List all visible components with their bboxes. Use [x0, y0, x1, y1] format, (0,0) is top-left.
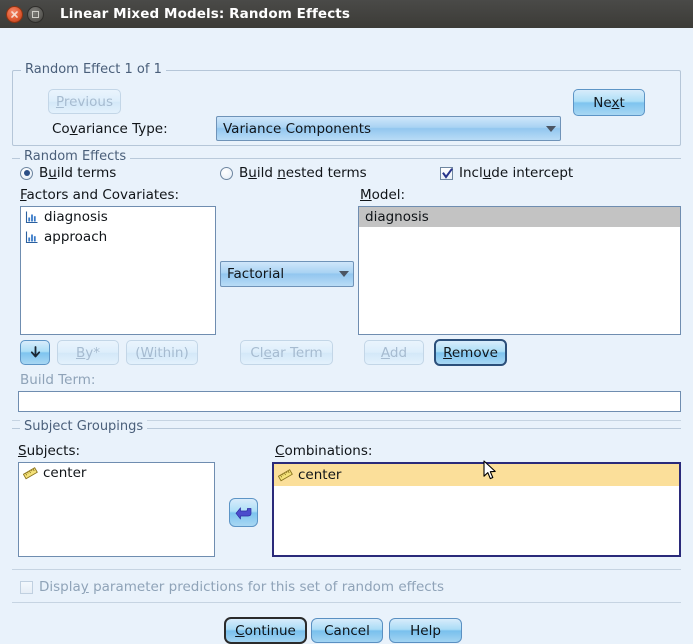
covariance-type-combo[interactable]: Variance Components	[216, 116, 561, 141]
previous-button[interactable]: Previous	[48, 89, 121, 114]
list-item[interactable]: diagnosis	[21, 207, 215, 227]
clear-term-button[interactable]: Clear Term	[240, 340, 333, 365]
list-item-label: center	[298, 467, 342, 483]
maximize-icon[interactable]	[27, 5, 44, 23]
by-button[interactable]: By*	[57, 340, 119, 365]
nominal-variable-icon	[25, 230, 39, 244]
close-icon[interactable]	[6, 5, 23, 23]
random-effect-group-legend: Random Effect 1 of 1	[21, 62, 166, 77]
arrow-left-icon	[235, 507, 252, 520]
checkbox-indicator	[20, 580, 33, 594]
list-item-label: approach	[44, 229, 108, 245]
display-parameter-predictions-label: Display parameter predictions for this s…	[39, 579, 445, 595]
list-item[interactable]: center	[274, 464, 679, 486]
add-button[interactable]: Add	[364, 340, 424, 365]
window-titlebar: Linear Mixed Models: Random Effects	[0, 0, 693, 28]
factors-and-covariates-list[interactable]: diagnosis approach	[20, 206, 216, 335]
subject-groupings-group: Subject Groupings	[12, 419, 681, 434]
within-button-label: (Within)	[135, 344, 189, 361]
clear-term-button-label: Clear Term	[250, 344, 323, 361]
maximize-glyph	[32, 10, 39, 18]
move-to-combinations-button[interactable]	[229, 498, 258, 527]
radio-indicator	[220, 166, 233, 180]
list-item[interactable]: center	[19, 463, 214, 483]
footer-divider-bottom	[12, 602, 681, 603]
list-item-label: diagnosis	[44, 209, 108, 225]
subjects-list[interactable]: center	[18, 462, 215, 557]
subject-groupings-group-legend: Subject Groupings	[20, 419, 148, 434]
covariance-type-value: Variance Components	[223, 120, 372, 137]
build-terms-radio[interactable]: Build terms	[20, 165, 116, 181]
next-button[interactable]: Next	[573, 89, 645, 116]
continue-button[interactable]: Continue	[224, 617, 307, 644]
chevron-down-icon	[546, 125, 556, 132]
next-button-label: Next	[593, 94, 625, 111]
include-intercept-label: Include intercept	[459, 165, 574, 181]
build-nested-terms-radio-label: Build nested terms	[239, 165, 367, 181]
arrow-down-icon	[30, 346, 40, 358]
previous-button-label: Previous	[55, 93, 114, 110]
combinations-list[interactable]: center	[272, 462, 681, 557]
nominal-variable-icon	[25, 210, 39, 224]
combinations-label: Combinations:	[275, 443, 373, 459]
covariance-type-label: Covariance Type:	[52, 121, 168, 137]
footer-divider-top	[12, 569, 681, 570]
random-effects-group: Random Effects	[12, 149, 681, 164]
by-button-label: By*	[75, 344, 100, 361]
dialog-body: Random Effect 1 of 1 Previous Next Covar…	[0, 28, 693, 644]
scale-variable-icon	[22, 466, 38, 480]
list-item[interactable]: approach	[21, 227, 215, 247]
factors-and-covariates-label: Factors and Covariates:	[20, 187, 180, 203]
close-glyph	[11, 10, 18, 18]
window-title: Linear Mixed Models: Random Effects	[60, 6, 350, 22]
remove-button[interactable]: Remove	[434, 339, 507, 366]
remove-button-label: Remove	[443, 344, 498, 361]
radio-indicator	[20, 166, 33, 180]
chevron-down-icon	[339, 271, 349, 277]
include-intercept-checkbox[interactable]: Include intercept	[440, 165, 573, 181]
term-type-value: Factorial	[227, 266, 285, 282]
build-term-label: Build Term:	[20, 372, 96, 388]
list-item-label: center	[43, 465, 87, 481]
add-button-label: Add	[380, 344, 408, 361]
scale-variable-icon	[277, 468, 293, 482]
list-item-label: diagnosis	[365, 209, 429, 225]
move-down-button[interactable]	[20, 340, 50, 365]
cancel-button[interactable]: Cancel	[311, 618, 383, 643]
build-nested-terms-radio[interactable]: Build nested terms	[220, 165, 367, 181]
random-effects-group-legend: Random Effects	[20, 149, 131, 164]
model-list[interactable]: diagnosis	[358, 206, 681, 335]
build-term-input[interactable]	[18, 391, 681, 412]
list-item[interactable]: diagnosis	[359, 207, 680, 227]
term-type-combo[interactable]: Factorial	[220, 261, 354, 287]
build-terms-radio-label: Build terms	[39, 165, 117, 181]
display-parameter-predictions-checkbox[interactable]: Display parameter predictions for this s…	[20, 579, 444, 595]
subjects-label: Subjects:	[18, 443, 81, 459]
help-button[interactable]: Help	[389, 618, 462, 643]
checkbox-indicator	[440, 166, 453, 180]
within-button[interactable]: (Within)	[126, 340, 198, 365]
model-label: Model:	[360, 187, 406, 203]
